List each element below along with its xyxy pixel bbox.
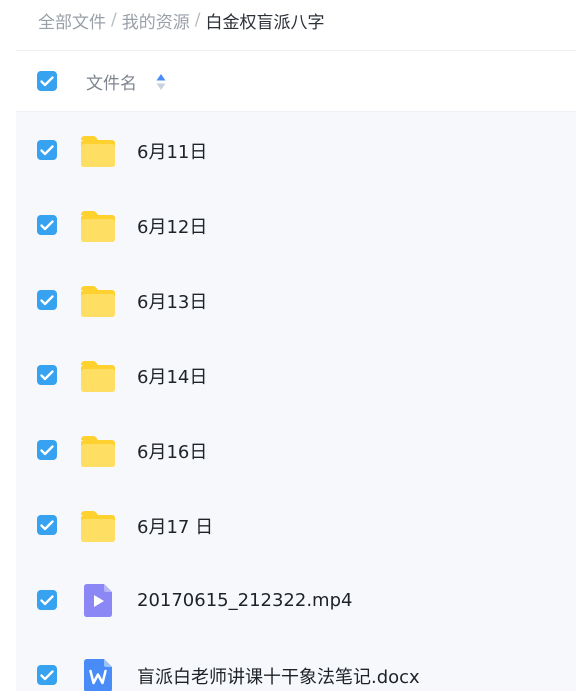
folder-icon [80, 135, 116, 171]
file-row[interactable]: 20170615_212322.mp4 [16, 563, 576, 638]
row-checkbox[interactable] [37, 440, 57, 460]
file-list-header: 文件名 [16, 50, 576, 112]
breadcrumb-separator: / [111, 10, 117, 30]
column-header-filename[interactable]: 文件名 [86, 51, 137, 111]
checkmark-icon [40, 294, 54, 305]
word-doc-icon [84, 659, 112, 691]
checkmark-icon [40, 444, 54, 455]
checkmark-icon [40, 75, 54, 86]
checkmark-icon [40, 594, 54, 605]
checkmark-icon [40, 369, 54, 380]
breadcrumb-all-files[interactable]: 全部文件 [38, 8, 106, 33]
file-name[interactable]: 6月14日 [137, 338, 207, 413]
file-row[interactable]: 6月14日 [16, 338, 576, 413]
file-row[interactable]: 盲派白老师讲课十干象法笔记.docx [16, 638, 576, 691]
file-list-panel: 文件名 6月11日 6月12日 6月13日 6月14日 6月16日 6月17 日 20170… [16, 50, 576, 691]
sort-icon[interactable] [156, 73, 166, 91]
file-name[interactable]: 6月11日 [137, 113, 207, 188]
row-checkbox[interactable] [37, 665, 57, 685]
file-name[interactable]: 盲派白老师讲课十干象法笔记.docx [137, 638, 420, 691]
file-row[interactable]: 6月11日 [16, 113, 576, 188]
row-checkbox[interactable] [37, 215, 57, 235]
video-file-icon [84, 584, 112, 621]
checkmark-icon [40, 669, 54, 680]
folder-icon [80, 360, 116, 396]
checkmark-icon [40, 519, 54, 530]
file-name[interactable]: 6月16日 [137, 413, 207, 488]
folder-icon [80, 435, 116, 471]
row-checkbox[interactable] [37, 590, 57, 610]
file-name[interactable]: 6月13日 [137, 263, 207, 338]
file-name[interactable]: 20170615_212322.mp4 [137, 563, 352, 638]
folder-icon [80, 285, 116, 321]
select-all-checkbox[interactable] [37, 71, 57, 91]
file-row[interactable]: 6月17 日 [16, 488, 576, 563]
folder-icon [80, 210, 116, 246]
row-checkbox[interactable] [37, 140, 57, 160]
file-row[interactable]: 6月13日 [16, 263, 576, 338]
checkmark-icon [40, 219, 54, 230]
breadcrumb-separator: / [194, 10, 201, 30]
breadcrumb-my-resources[interactable]: 我的资源 [122, 8, 190, 33]
file-row[interactable]: 6月12日 [16, 188, 576, 263]
file-name[interactable]: 6月17 日 [137, 488, 213, 563]
folder-icon [80, 510, 116, 546]
file-row[interactable]: 6月16日 [16, 413, 576, 488]
row-checkbox[interactable] [37, 365, 57, 385]
breadcrumb-current-folder: 白金权盲派八字 [205, 12, 325, 33]
file-name[interactable]: 6月12日 [137, 188, 207, 263]
row-checkbox[interactable] [37, 290, 57, 310]
checkmark-icon [40, 144, 54, 155]
breadcrumb: 全部文件 / 我的资源 / 白金权盲派八字 [0, 0, 576, 40]
row-checkbox[interactable] [37, 515, 57, 535]
